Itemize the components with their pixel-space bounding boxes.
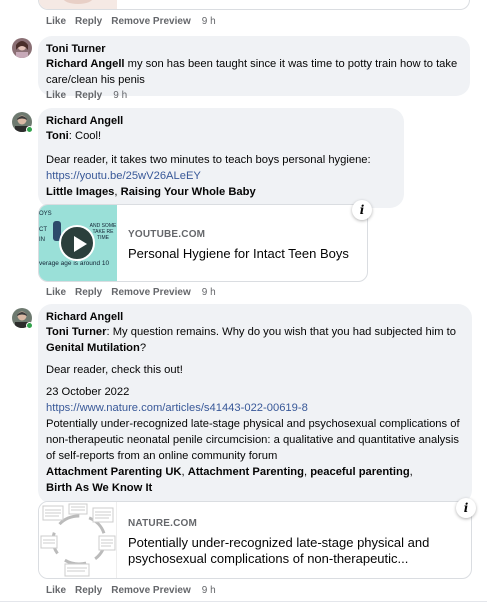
remove-preview-button[interactable]: Remove Preview: [111, 16, 191, 27]
info-icon[interactable]: i: [456, 498, 476, 518]
comment-bubble-richard-1: Richard Angell Toni: Cool! Dear reader, …: [38, 108, 404, 208]
like-button[interactable]: Like: [46, 585, 66, 596]
hashtag-genital-mutilation[interactable]: Genital Mutilation: [46, 342, 140, 354]
avatar-toni-turner[interactable]: [12, 38, 32, 58]
tag-birth-as-we-know-it[interactable]: Birth As We Know It: [46, 480, 463, 496]
reply-button[interactable]: Reply: [75, 16, 102, 27]
card-domain: NATURE.COM: [128, 518, 198, 529]
like-button[interactable]: Like: [46, 16, 66, 27]
comment-author[interactable]: Richard Angell: [46, 114, 395, 128]
avatar-richard-angell[interactable]: [12, 308, 33, 329]
like-button[interactable]: Like: [46, 287, 66, 298]
comment-line: Toni: Cool!: [46, 130, 102, 142]
tag-little-images[interactable]: Little Images: [46, 186, 114, 198]
comment-line: Dear reader, check this out!: [46, 364, 183, 376]
comment3-actions: Like Reply Remove Preview 9 h: [46, 585, 225, 596]
timestamp[interactable]: 9 h: [202, 287, 216, 298]
comment-date: 23 October 2022: [46, 386, 130, 398]
timestamp[interactable]: 9 h: [202, 16, 216, 27]
comment-bubble-richard-2: Richard Angell Toni Turner: My question …: [38, 304, 472, 504]
online-status-dot: [26, 126, 33, 133]
timestamp[interactable]: 9 h: [202, 585, 216, 596]
youtube-link[interactable]: https://youtu.be/25wV26ALeEY: [46, 168, 395, 184]
tag-peaceful-parenting[interactable]: peaceful parenting: [310, 466, 409, 478]
play-icon[interactable]: [59, 225, 95, 261]
card-title[interactable]: Personal Hygiene for Intact Teen Boys: [128, 246, 349, 262]
comment-author[interactable]: Toni Turner: [46, 42, 461, 56]
video-thumbnail[interactable]: OYS CT IN AND SOME TAKE RE TIME verage a…: [39, 205, 117, 281]
remove-preview-button[interactable]: Remove Preview: [111, 287, 191, 298]
tag-attachment-parenting[interactable]: Attachment Parenting: [188, 466, 304, 478]
comment-bubble-toni: Toni Turner Richard Angell my son has be…: [38, 36, 470, 96]
reply-button[interactable]: Reply: [75, 585, 102, 596]
tag-attachment-parenting-uk[interactable]: Attachment Parenting UK: [46, 466, 182, 478]
bottom-divider: [0, 601, 487, 602]
online-status-dot: [26, 322, 33, 329]
comment-author[interactable]: Richard Angell: [46, 310, 463, 324]
comment1-actions: Like Reply 9 h: [46, 90, 136, 101]
nature-link[interactable]: https://www.nature.com/articles/s41443-0…: [46, 400, 463, 416]
previous-link-card[interactable]: [38, 0, 470, 10]
comment-tags: Little Images, Raising Your Whole Baby: [46, 186, 256, 198]
info-icon[interactable]: i: [352, 200, 372, 220]
card-domain: YOUTUBE.COM: [128, 229, 206, 240]
reply-button[interactable]: Reply: [75, 90, 102, 101]
comment-line: Toni Turner: My question remains. Why do…: [46, 326, 456, 354]
remove-preview-button[interactable]: Remove Preview: [111, 585, 191, 596]
cycle-diagram-image: [40, 503, 116, 577]
nature-link-card[interactable]: NATURE.COM Potentially under-recognized …: [38, 501, 472, 579]
top-actions: Like Reply Remove Preview 9 h: [46, 16, 225, 27]
mention-toni-turner[interactable]: Toni Turner: [46, 326, 107, 338]
mention-toni[interactable]: Toni: [46, 130, 69, 142]
card-title[interactable]: Potentially under-recognized late-stage …: [128, 535, 458, 567]
tag-raising-your-whole-baby[interactable]: Raising Your Whole Baby: [121, 186, 256, 198]
article-thumbnail[interactable]: [39, 502, 117, 578]
comment-tags: Attachment Parenting UK, Attachment Pare…: [46, 466, 413, 478]
previous-card-thumbnail: [39, 0, 117, 9]
comment-description: Potentially under-recognized late-stage …: [46, 418, 460, 462]
timestamp[interactable]: 9 h: [113, 90, 127, 101]
comment-line: Dear reader, it takes two minutes to tea…: [46, 154, 371, 166]
comment2-actions: Like Reply Remove Preview 9 h: [46, 287, 225, 298]
avatar-richard-angell[interactable]: [12, 112, 33, 133]
youtube-link-card[interactable]: OYS CT IN AND SOME TAKE RE TIME verage a…: [38, 204, 368, 282]
reply-button[interactable]: Reply: [75, 287, 102, 298]
like-button[interactable]: Like: [46, 90, 66, 101]
comment-text: Richard Angell my son has been taught si…: [46, 58, 458, 86]
mention-richard-angell[interactable]: Richard Angell: [46, 58, 125, 70]
